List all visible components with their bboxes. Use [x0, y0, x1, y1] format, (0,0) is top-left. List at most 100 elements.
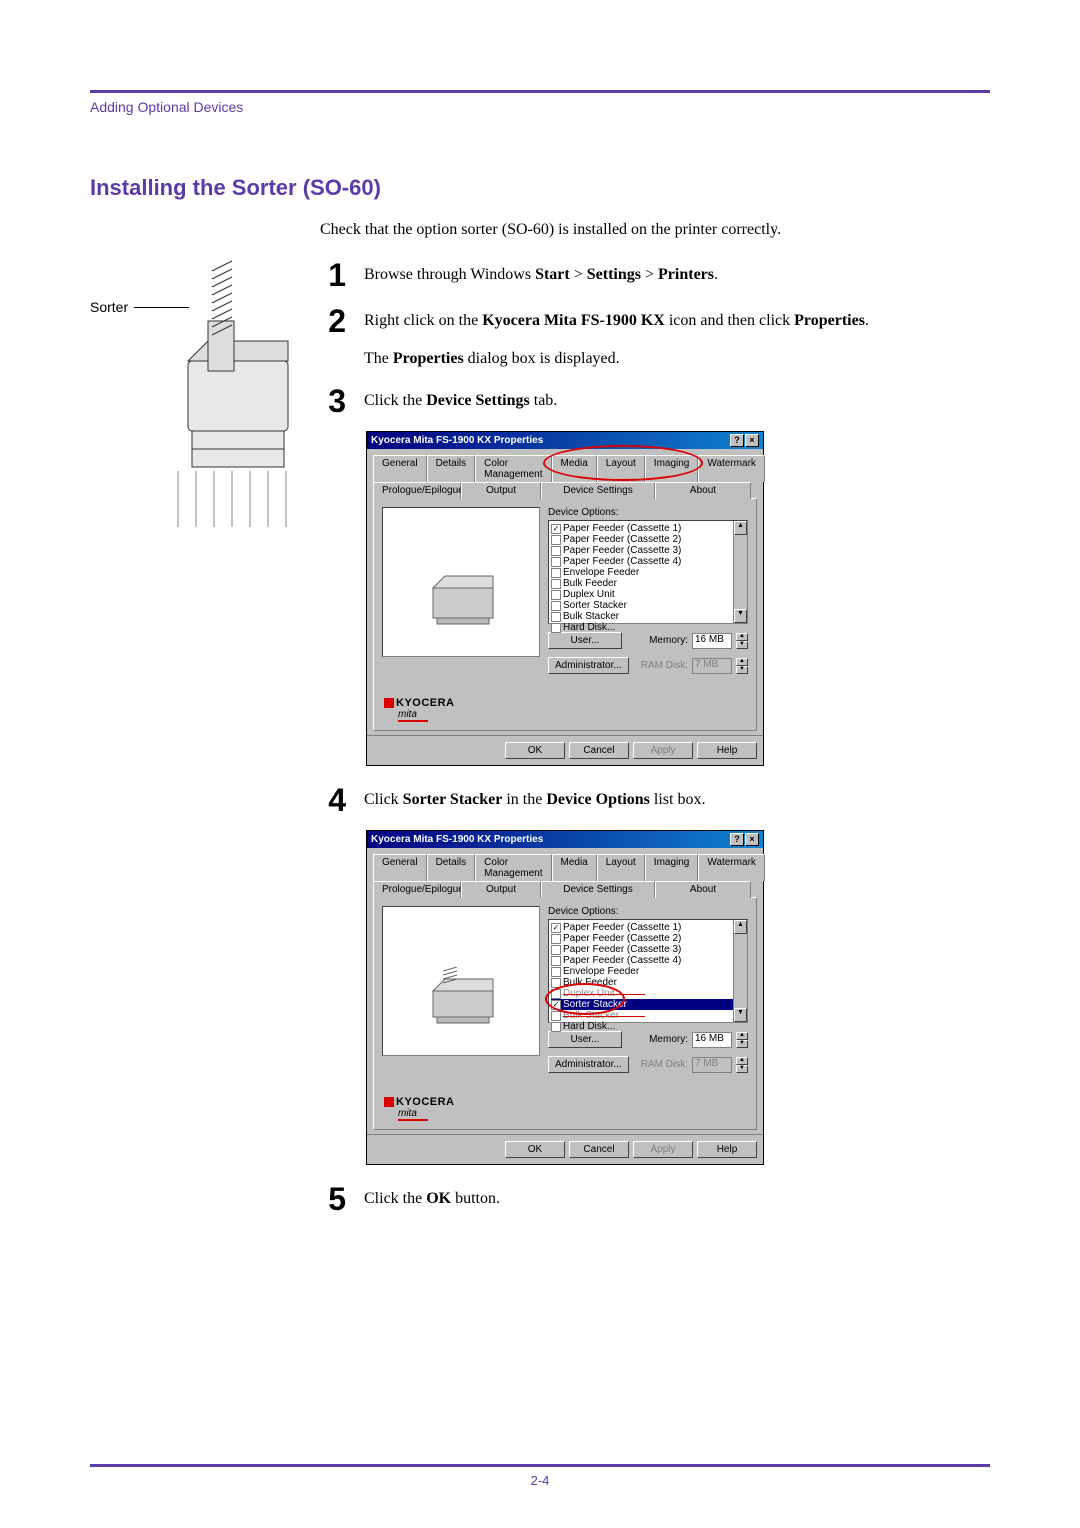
checkbox-icon[interactable] [551, 923, 561, 933]
ramdisk-input: 7 MB [692, 658, 732, 674]
ok-button[interactable]: OK [505, 1141, 565, 1158]
scroll-up-icon[interactable]: ▲ [734, 521, 747, 535]
checkbox-icon[interactable] [551, 978, 561, 988]
help-icon[interactable]: ? [730, 434, 744, 447]
tab-media[interactable]: Media [552, 455, 597, 482]
tab-device-settings[interactable]: Device Settings [541, 881, 655, 898]
device-settings-pane: KYOCERA mita Device Options: Paper Feede… [373, 498, 757, 731]
checkbox-icon[interactable] [551, 989, 561, 999]
admin-ramdisk-row: Administrator... RAM Disk: 7 MB ▲▼ [548, 1056, 748, 1073]
tab-about[interactable]: About [655, 881, 751, 898]
text: icon and then click [665, 312, 794, 329]
tab-color-management[interactable]: Color Management [475, 455, 551, 482]
cancel-button[interactable]: Cancel [569, 1141, 629, 1158]
text: Browse through Windows [364, 266, 535, 283]
cancel-button[interactable]: Cancel [569, 742, 629, 759]
checkbox-icon[interactable] [551, 568, 561, 578]
tab-details[interactable]: Details [427, 854, 476, 881]
checkbox-icon[interactable] [551, 557, 561, 567]
checkbox-icon[interactable] [551, 590, 561, 600]
scrollbar[interactable]: ▲ ▼ [733, 521, 747, 623]
checkbox-icon[interactable] [551, 579, 561, 589]
tab-watermark[interactable]: Watermark [698, 455, 765, 482]
list-item-label: Hard Disk... [563, 1021, 615, 1032]
memory-input[interactable]: 16 MB [692, 633, 732, 649]
tab-color-management[interactable]: Color Management [475, 854, 551, 881]
help-icon[interactable]: ? [730, 833, 744, 846]
tab-output[interactable]: Output [461, 881, 541, 898]
user-button[interactable]: User... [548, 1031, 622, 1048]
properties-dialog: Kyocera Mita FS-1900 KX Properties ?× Ge… [366, 830, 764, 1165]
tab-prologue-epilogue[interactable]: Prologue/Epilogue [373, 482, 461, 499]
scroll-down-icon[interactable]: ▼ [734, 609, 747, 623]
close-icon[interactable]: × [745, 434, 759, 447]
checkbox-icon[interactable] [551, 1022, 561, 1032]
header-rule [90, 90, 990, 93]
step-4: 4 Click Sorter Stacker in the Device Opt… [320, 784, 990, 816]
tab-prologue-epilogue[interactable]: Prologue/Epilogue [373, 881, 461, 898]
checkbox-icon[interactable] [551, 623, 561, 633]
scroll-down-icon[interactable]: ▼ [734, 1008, 747, 1022]
text: dialog box is displayed. [464, 350, 620, 367]
sorter-leader-line [134, 307, 189, 308]
text: Right click on the [364, 312, 482, 329]
tab-watermark[interactable]: Watermark [698, 854, 765, 881]
ramdisk-label: RAM Disk: [641, 660, 688, 671]
scroll-up-icon[interactable]: ▲ [734, 920, 747, 934]
section-title: Installing the Sorter (SO-60) [90, 175, 990, 201]
ok-label: OK [426, 1190, 451, 1207]
tab-details[interactable]: Details [427, 455, 476, 482]
tab-layout[interactable]: Layout [597, 854, 645, 881]
text: Click [364, 791, 403, 808]
dialog-footer: OK Cancel Apply Help [367, 735, 763, 765]
titlebar: Kyocera Mita FS-1900 KX Properties ?× [367, 432, 763, 449]
ramdisk-spinner: ▲▼ [736, 1057, 748, 1073]
checkbox-icon[interactable] [551, 601, 561, 611]
list-item-label: Sorter Stacker [563, 999, 627, 1010]
options-pane: Device Options: Paper Feeder (Cassette 1… [548, 507, 748, 722]
device-options-label: Device Options: [548, 507, 748, 518]
text: in the [502, 791, 546, 808]
help-button[interactable]: Help [697, 1141, 757, 1158]
tab-about[interactable]: About [655, 482, 751, 499]
checkbox-icon[interactable] [551, 967, 561, 977]
tab-general[interactable]: General [373, 455, 427, 482]
tab-imaging[interactable]: Imaging [645, 455, 699, 482]
tab-device-settings[interactable]: Device Settings [541, 482, 655, 499]
tab-output[interactable]: Output [461, 482, 541, 499]
help-button[interactable]: Help [697, 742, 757, 759]
list-item-label: Paper Feeder (Cassette 2) [563, 534, 681, 545]
tab-imaging[interactable]: Imaging [645, 854, 699, 881]
content-row: Sorter [90, 221, 990, 1229]
administrator-button[interactable]: Administrator... [548, 657, 629, 674]
ok-button[interactable]: OK [505, 742, 565, 759]
device-options-label: Device Options: [548, 906, 748, 917]
checkbox-icon[interactable] [551, 612, 561, 622]
tab-media[interactable]: Media [552, 854, 597, 881]
list-item-label: Paper Feeder (Cassette 1) [563, 523, 681, 534]
memory-input[interactable]: 16 MB [692, 1032, 732, 1048]
memory-spinner[interactable]: ▲▼ [736, 1032, 748, 1048]
text: . [865, 312, 869, 329]
memory-spinner[interactable]: ▲▼ [736, 633, 748, 649]
step-5: 5 Click the OK button. [320, 1183, 990, 1215]
checkbox-icon[interactable] [551, 945, 561, 955]
scrollbar[interactable]: ▲ ▼ [733, 920, 747, 1022]
step-2: 2 Right click on the Kyocera Mita FS-190… [320, 305, 990, 371]
user-button[interactable]: User... [548, 632, 622, 649]
device-options-listbox[interactable]: Paper Feeder (Cassette 1) Paper Feeder (… [548, 520, 748, 624]
step-number: 4 [320, 784, 346, 816]
tab-general[interactable]: General [373, 854, 427, 881]
checkbox-icon[interactable] [551, 956, 561, 966]
checkbox-icon[interactable] [551, 524, 561, 534]
sorter-figure-column: Sorter [90, 221, 300, 1229]
checkbox-icon[interactable] [551, 934, 561, 944]
checkbox-icon[interactable] [551, 1011, 561, 1021]
tab-layout[interactable]: Layout [597, 455, 645, 482]
administrator-button[interactable]: Administrator... [548, 1056, 629, 1073]
checkbox-icon[interactable] [551, 535, 561, 545]
device-options-listbox[interactable]: Paper Feeder (Cassette 1) Paper Feeder (… [548, 919, 748, 1023]
checkbox-icon[interactable] [551, 546, 561, 556]
checkbox-icon[interactable] [551, 1000, 561, 1010]
close-icon[interactable]: × [745, 833, 759, 846]
